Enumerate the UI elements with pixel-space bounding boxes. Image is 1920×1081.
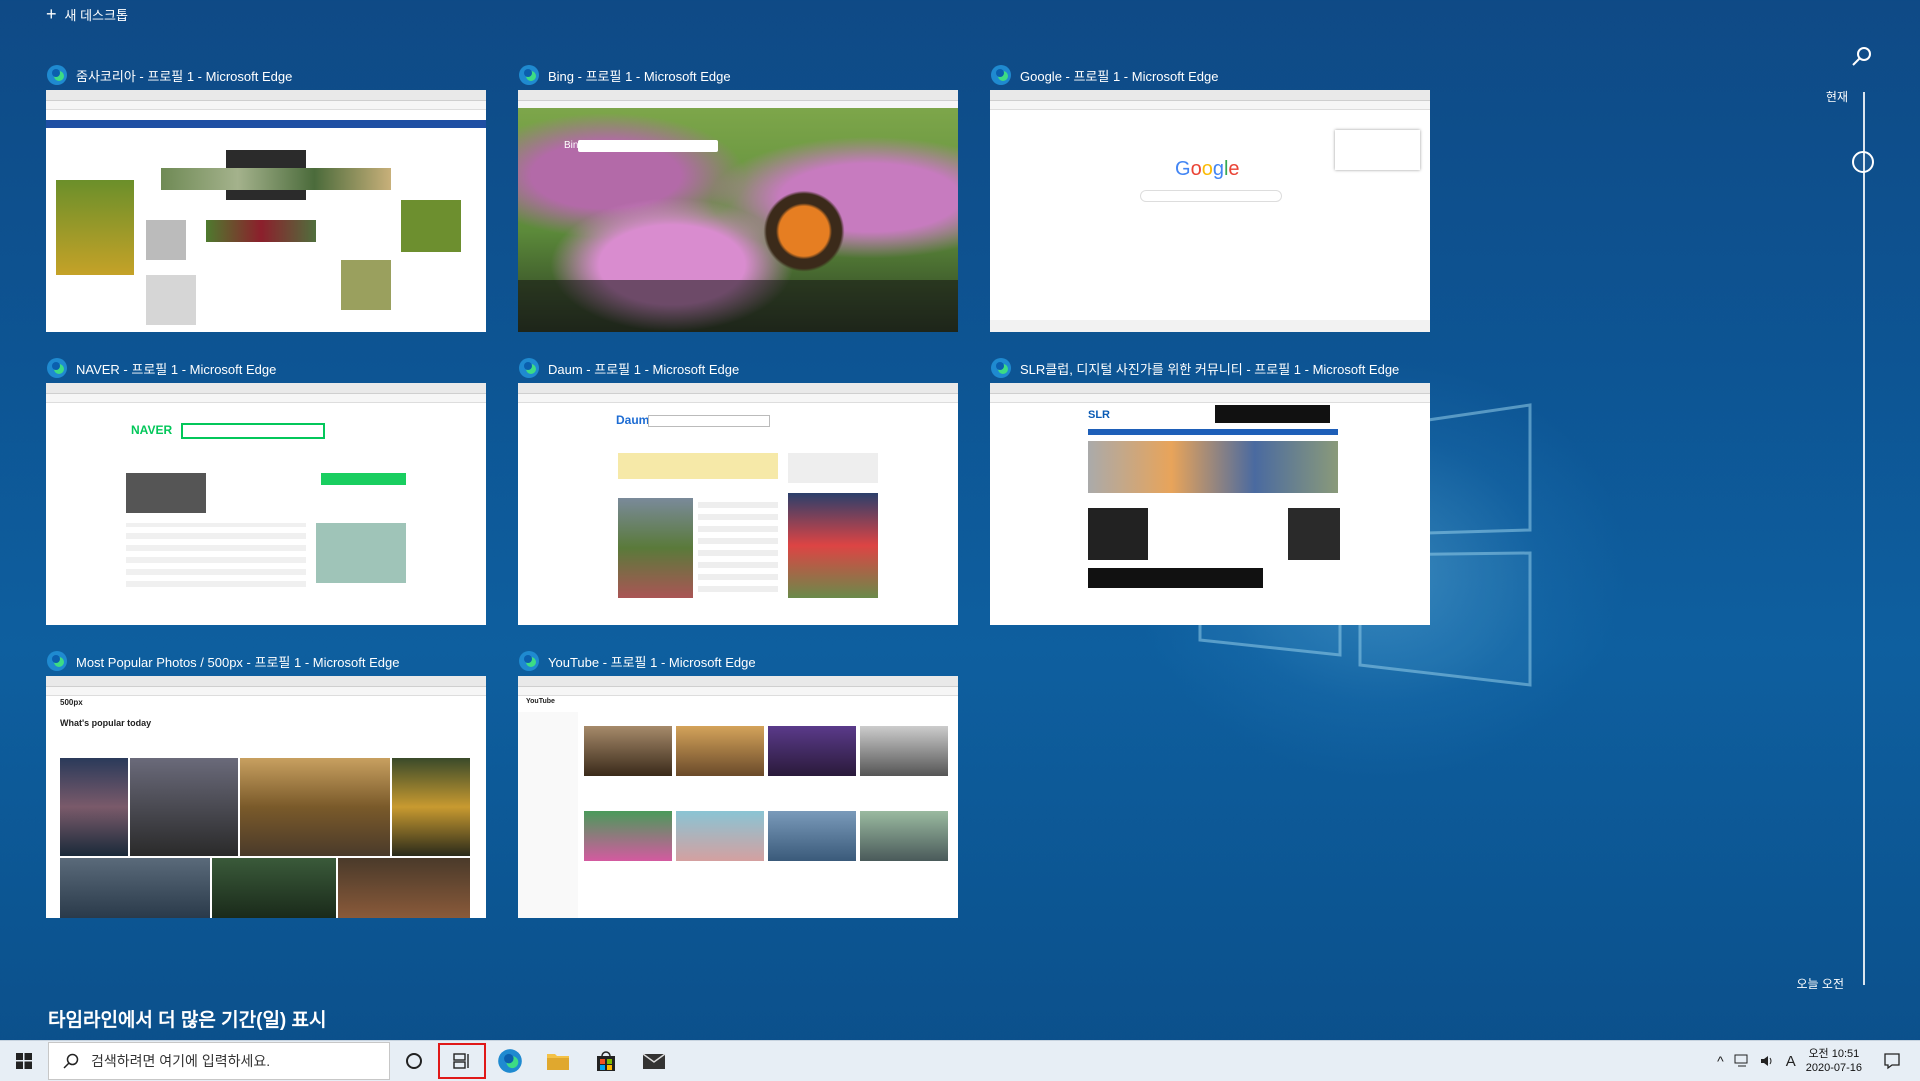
window-title: NAVER - 프로필 1 - Microsoft Edge: [76, 361, 277, 377]
window-card-bing[interactable]: Bing - 프로필 1 - Microsoft Edge Bing: [518, 60, 958, 332]
window-card-zumsa[interactable]: 줌사코리아 - 프로필 1 - Microsoft Edge: [46, 60, 486, 332]
edge-icon: [519, 65, 539, 85]
clock-date: 2020-07-16: [1805, 1062, 1862, 1074]
window-title: Bing - 프로필 1 - Microsoft Edge: [548, 68, 731, 84]
naver-logo: NAVER: [131, 423, 173, 437]
window-thumbnail: Bing: [518, 90, 958, 332]
window-thumbnail: YouTube: [518, 676, 958, 918]
new-desktop-label: 새 데스크톱: [64, 7, 128, 23]
start-button[interactable]: [0, 1041, 48, 1081]
timeline-search-icon[interactable]: [1851, 46, 1873, 68]
window-title: YouTube - 프로필 1 - Microsoft Edge: [548, 654, 756, 670]
network-icon[interactable]: [1734, 1054, 1750, 1068]
edge-icon: [991, 358, 1011, 378]
action-center-button[interactable]: [1872, 1041, 1912, 1081]
clock-time: 오전 10:51: [1808, 1048, 1860, 1060]
cortana-icon: [406, 1053, 422, 1069]
timeline-today-label: 오늘 오전: [1796, 977, 1845, 991]
window-title: 줌사코리아 - 프로필 1 - Microsoft Edge: [76, 68, 293, 84]
window-card-youtube[interactable]: YouTube - 프로필 1 - Microsoft Edge YouTube: [518, 646, 958, 918]
window-card-naver[interactable]: NAVER - 프로필 1 - Microsoft Edge NAVER: [46, 353, 486, 625]
window-thumbnail: 500px What's popular today: [46, 676, 486, 918]
500px-logo: 500px: [60, 698, 83, 707]
taskbar-edge-button[interactable]: [486, 1041, 534, 1081]
window-card-slrclub[interactable]: SLR클럽, 디지털 사진가를 위한 커뮤니티 - 프로필 1 - Micros…: [990, 353, 1430, 625]
search-icon: [63, 1053, 79, 1069]
folder-icon: [547, 1054, 569, 1070]
task-view-icon: [453, 1053, 469, 1069]
timeline-more-days-link[interactable]: 타임라인에서 더 많은 기간(일) 표시: [48, 1005, 327, 1032]
edge-icon: [47, 358, 67, 378]
cortana-button[interactable]: [390, 1041, 438, 1081]
volume-icon[interactable]: [1760, 1054, 1776, 1068]
window-card-daum[interactable]: Daum - 프로필 1 - Microsoft Edge Daum: [518, 353, 958, 625]
taskbar-search-input[interactable]: 검색하려면 여기에 입력하세요.: [48, 1042, 390, 1080]
task-view-button[interactable]: [438, 1041, 486, 1081]
timeline-scrubber[interactable]: [1852, 151, 1874, 173]
edge-icon: [47, 651, 67, 671]
store-icon: [597, 1051, 615, 1071]
system-tray: ^ A 오전 10:51 2020-07-16: [1717, 1041, 1920, 1081]
timeline-now-label: 현재: [1825, 90, 1848, 104]
daum-logo: Daum: [616, 413, 650, 427]
plus-icon: +: [46, 4, 57, 24]
window-thumbnail: Google: [990, 90, 1430, 332]
taskbar-mail-button[interactable]: [630, 1041, 678, 1081]
notification-icon: [1884, 1053, 1900, 1070]
clock[interactable]: 오전 10:51 2020-07-16: [1806, 1047, 1862, 1075]
window-title: Most Popular Photos / 500px - 프로필 1 - Mi…: [76, 654, 400, 670]
chevron-up-icon[interactable]: ^: [1717, 1053, 1724, 1069]
edge-icon: [519, 358, 539, 378]
edge-icon: [47, 65, 67, 85]
window-title: Google - 프로필 1 - Microsoft Edge: [1020, 68, 1219, 84]
youtube-logo: YouTube: [526, 698, 555, 705]
mail-icon: [642, 1053, 666, 1069]
ime-indicator[interactable]: A: [1786, 1053, 1796, 1070]
edge-icon: [498, 1049, 522, 1073]
google-search-box: [1140, 190, 1282, 202]
google-logo: Google: [1175, 158, 1240, 180]
new-desktop-button[interactable]: + 새 데스크톱: [46, 4, 128, 24]
500px-heading: What's popular today: [60, 718, 152, 728]
window-card-google[interactable]: Google - 프로필 1 - Microsoft Edge Google: [990, 60, 1430, 332]
window-thumbnail: [46, 90, 486, 332]
bing-logo: Bing: [564, 140, 585, 151]
bing-search-box: [578, 140, 718, 152]
taskbar-store-button[interactable]: [582, 1041, 630, 1081]
taskbar-file-explorer-button[interactable]: [534, 1041, 582, 1081]
window-title: Daum - 프로필 1 - Microsoft Edge: [548, 361, 740, 377]
windows-start-icon: [16, 1053, 32, 1069]
slr-logo: SLR: [1088, 409, 1110, 421]
window-thumbnail: SLR: [990, 383, 1430, 625]
edge-icon: [519, 651, 539, 671]
timeline-track[interactable]: [1863, 92, 1865, 985]
window-title: SLR클럽, 디지털 사진가를 위한 커뮤니티 - 프로필 1 - Micros…: [1020, 361, 1400, 377]
taskbar: 검색하려면 여기에 입력하세요. ^ A 오전 10:51 2020-07-16: [0, 1040, 1920, 1081]
window-card-500px[interactable]: Most Popular Photos / 500px - 프로필 1 - Mi…: [46, 646, 486, 918]
window-thumbnail: Daum: [518, 383, 958, 625]
window-thumbnail: NAVER: [46, 383, 486, 625]
edge-icon: [991, 65, 1011, 85]
search-placeholder: 검색하려면 여기에 입력하세요.: [91, 1053, 271, 1069]
